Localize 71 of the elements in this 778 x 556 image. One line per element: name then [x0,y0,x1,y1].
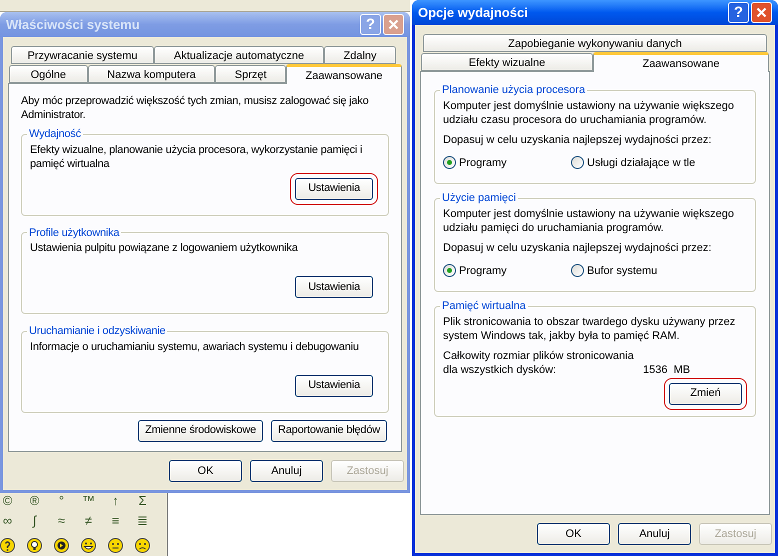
symbol-key[interactable]: ® [30,494,40,507]
tab[interactable]: Efekty wizualne [421,53,593,71]
tab[interactable]: Zdalny [324,46,396,64]
group-title: Uruchamianie i odzyskiwanie [28,324,166,339]
symbol-key[interactable]: ≠ [84,514,92,526]
button[interactable]: Ustawienia [295,276,373,298]
radio-option[interactable]: Programy [443,262,571,279]
button: Zastosuj [331,460,404,482]
grin-smiley-icon[interactable] [80,536,97,554]
symbol-key[interactable]: Σ [138,494,147,507]
radio-option[interactable]: Bufor systemu [571,262,658,279]
group-title: Pamięć wirtualna [441,299,527,314]
tab[interactable]: Nazwa komputera [88,65,216,83]
close-icon [756,7,767,18]
sad-smiley-icon[interactable] [134,536,151,554]
symbol-key[interactable]: ≣ [137,514,148,526]
button[interactable]: Anuluj [618,523,691,545]
size-label: Całkowity rozmiar plików stronicowania dla wszystkich dysków: [443,348,635,376]
size-value: 1536 MB [643,362,690,376]
group-title: Wydajność [28,127,82,142]
group-title: Profile użytkownika [28,226,120,240]
button[interactable]: Anuluj [250,460,323,482]
prompt-text: Dopasuj w celu uzyskania najlepszej wydajności przez: [443,240,712,254]
tab[interactable]: Zaawansowane [286,64,402,84]
radio-button[interactable] [571,156,584,170]
button[interactable]: Zmienne środowiskowe [138,420,263,442]
group-title: Użycie pamięci [441,191,517,206]
radio-option[interactable]: Usługi działające w tle [571,154,696,171]
button: Zastosuj [699,523,772,545]
radio-button[interactable] [571,264,584,278]
symbol-key[interactable]: ≈ [58,514,66,526]
tab[interactable]: Przywracanie systemu [11,46,154,64]
intro-text: Aby móc przeprowadzić większość tych zmian, musisz zalogować się jako Administrator. [21,94,370,122]
radio-option[interactable]: Programy [443,154,571,171]
radio-button[interactable] [443,156,456,170]
arrow-circle-icon[interactable] [53,536,70,554]
question-face-icon[interactable] [0,536,16,554]
symbol-key[interactable]: ™ [82,494,95,507]
tab[interactable]: Zaawansowane [593,52,769,72]
radio-button[interactable] [443,264,456,278]
button[interactable]: OK [169,460,242,482]
window-title: Opcje wydajności [418,4,529,22]
button[interactable]: Raportowanie błędów [271,420,387,442]
button[interactable]: Ustawienia [295,374,373,396]
neutral-smiley-icon[interactable] [107,536,124,554]
symbol-key[interactable]: ∫ [32,514,36,526]
group-title: Planowanie użycia procesora [441,83,586,98]
tab[interactable]: Ogólne [9,65,88,83]
group-description: Komputer jest domyślnie ustawiony na używanie większego udziału pamięci do uruchamiania programów. [443,206,736,234]
button[interactable]: Ustawienia [295,178,373,200]
button[interactable]: OK [537,523,610,545]
tab[interactable]: Zapobieganie wykonywaniu danych [423,34,767,52]
symbol-key[interactable]: ≡ [112,514,120,526]
symbol-key[interactable]: © [2,494,12,507]
group-description: Ustawienia pulpitu powiązane z logowaniem użytkownika [30,241,299,256]
close-button[interactable] [751,2,772,23]
button[interactable]: Zmień [669,382,742,404]
lightbulb-icon[interactable] [26,536,43,554]
group-description: Informacje o uruchamianiu systemu, awariach systemu i debugowaniu [30,340,360,354]
close-icon [388,19,399,30]
group-description: Plik stronicowania to obszar twardego dysku używany przez system Windows tak, jakby była to pamięć RAM. [443,314,736,342]
symbol-key[interactable]: ∞ [2,514,12,526]
group-description: Efekty wizualne, planowanie użycia procesora, wykorzystanie pamięci i pamięć wirtualna [30,142,364,172]
prompt-text: Dopasuj w celu uzyskania najlepszej wydajności przez: [443,132,712,146]
group-description: Komputer jest domyślnie ustawiony na używanie większego udziału czasu procesora do uruchamiania programów. [443,98,736,126]
window-title: Właściwości systemu [6,16,141,34]
tab[interactable]: Aktualizacje automatyczne [154,46,324,64]
tab[interactable]: Sprzęt [215,65,286,83]
help-button[interactable]: ? [728,2,749,23]
symbol-key[interactable]: ° [58,494,64,507]
symbol-key[interactable]: ↑ [112,494,119,507]
